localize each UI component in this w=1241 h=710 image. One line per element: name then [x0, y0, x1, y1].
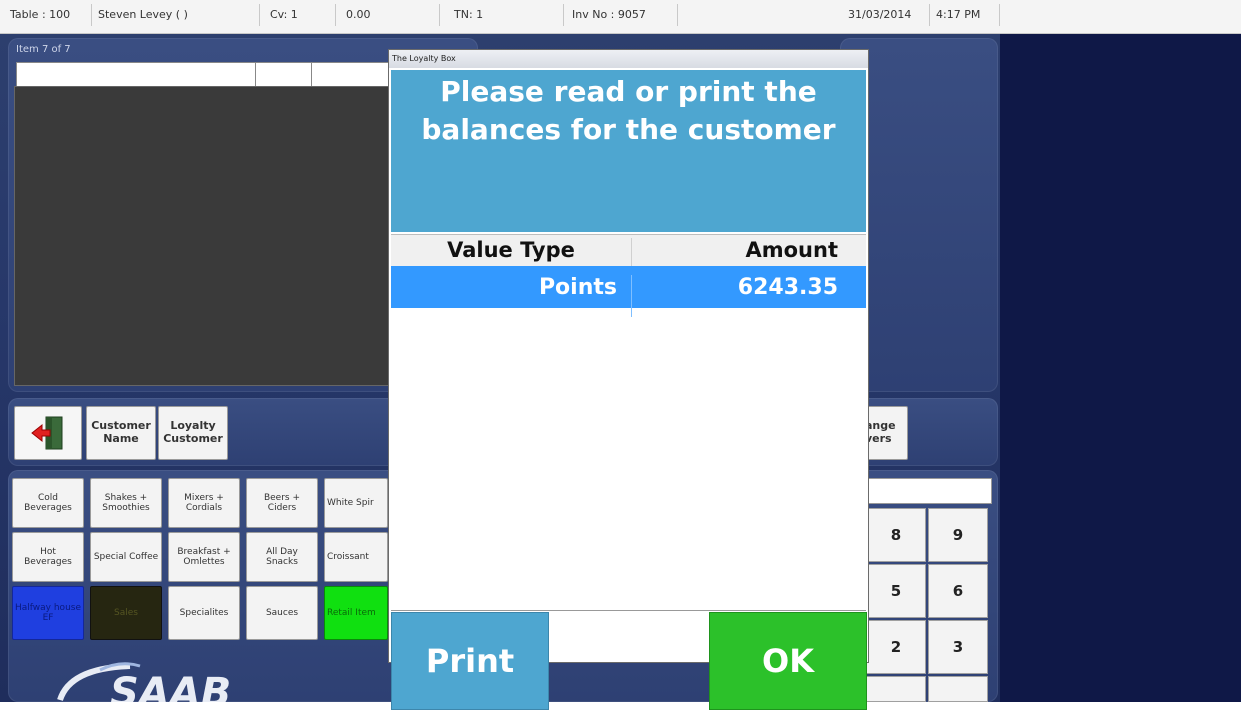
numpad-key-8[interactable]: 8 — [866, 508, 926, 562]
order-grid-header — [16, 62, 398, 88]
item-counter: Item 7 of 7 — [16, 44, 71, 55]
svg-text:SAAB: SAAB — [110, 670, 231, 702]
category-sales[interactable]: Sales — [90, 586, 162, 640]
date: 31/03/2014 — [842, 4, 930, 26]
category-specialites[interactable]: Specialites — [168, 586, 240, 640]
staff-name: Steven Levey ( ) — [92, 4, 260, 26]
status-bar: Table : 100 Steven Levey ( ) Cv: 1 0.00 … — [0, 0, 1241, 34]
ok-button[interactable]: OK — [709, 612, 867, 710]
transaction-number: TN: 1 — [448, 4, 564, 26]
numpad-key[interactable] — [866, 676, 926, 702]
category-croissant[interactable]: Croissant — [324, 532, 388, 582]
category-special-coffee[interactable]: Special Coffee — [90, 532, 162, 582]
column-header-value-type: Value Type — [447, 238, 575, 262]
exit-door-icon — [31, 416, 63, 450]
numpad-key-6[interactable]: 6 — [928, 564, 988, 618]
numpad-key-2[interactable]: 2 — [866, 620, 926, 674]
category-white-spirits[interactable]: White Spir — [324, 478, 388, 528]
category-hot-beverages[interactable]: Hot Beverages — [12, 532, 84, 582]
category-sauces[interactable]: Sauces — [246, 586, 318, 640]
table-number: Table : 100 — [4, 4, 92, 26]
time: 4:17 PM — [930, 4, 1000, 26]
column-divider — [311, 63, 312, 87]
loyalty-customer-button[interactable]: Loyalty Customer — [158, 406, 228, 460]
numpad-display — [868, 478, 992, 504]
right-empty-area — [1000, 34, 1241, 702]
category-cold-beverages[interactable]: Cold Beverages — [12, 478, 84, 528]
category-halfway-house[interactable]: Halfway house EF — [12, 586, 84, 640]
balance-row[interactable]: Points 6243.35 — [391, 266, 866, 317]
numpad-key-5[interactable]: 5 — [866, 564, 926, 618]
covers-count: Cv: 1 — [264, 4, 336, 26]
numpad-key-3[interactable]: 3 — [928, 620, 988, 674]
category-breakfast-omlettes[interactable]: Breakfast + Omlettes — [168, 532, 240, 582]
balance-table-header: Value Type Amount — [391, 234, 866, 269]
category-retail-item[interactable]: Retail Item — [324, 586, 388, 640]
column-header-amount: Amount — [631, 238, 866, 269]
order-total: 0.00 — [340, 4, 440, 26]
balance-type: Points — [538, 275, 617, 300]
order-grid[interactable] — [14, 86, 398, 386]
category-all-day-snacks[interactable]: All Day Snacks — [246, 532, 318, 582]
numpad-key[interactable] — [928, 676, 988, 702]
balance-amount: 6243.35 — [631, 275, 866, 317]
column-divider — [255, 63, 256, 87]
customer-name-button[interactable]: Customer Name — [86, 406, 156, 460]
loyalty-dialog: The Loyalty Box Please read or print the… — [388, 49, 869, 710]
category-beers-ciders[interactable]: Beers + Ciders — [246, 478, 318, 528]
exit-button[interactable] — [14, 406, 82, 460]
invoice-number: Inv No : 9057 — [566, 4, 678, 26]
footer-divider — [391, 610, 866, 611]
brand-logo: SAAB — [57, 662, 231, 702]
category-mixers-cordials[interactable]: Mixers + Cordials — [168, 478, 240, 528]
numpad-key-9[interactable]: 9 — [928, 508, 988, 562]
category-shakes-smoothies[interactable]: Shakes + Smoothies — [90, 478, 162, 528]
print-button[interactable]: Print — [391, 612, 549, 710]
dialog-message: Please read or print the balances for th… — [391, 70, 866, 232]
dialog-title: The Loyalty Box — [389, 50, 868, 68]
